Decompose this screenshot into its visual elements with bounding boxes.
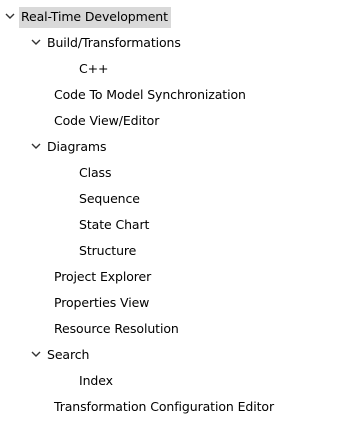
tree-item-label: C++ bbox=[79, 61, 109, 76]
tree-item-label: Class bbox=[79, 165, 112, 180]
tree-item-label: Diagrams bbox=[47, 139, 107, 154]
tree-item-build-transformations[interactable]: Build/Transformations bbox=[30, 30, 181, 56]
tree-item-label: Code View/Editor bbox=[54, 113, 160, 128]
tree-item-sequence[interactable]: Sequence bbox=[79, 186, 140, 212]
tree-item-label: Real-Time Development bbox=[19, 6, 171, 28]
chevron-down-icon[interactable] bbox=[4, 10, 16, 22]
tree-item-label: Index bbox=[79, 373, 113, 388]
preferences-tree: Real-Time Development Build/Transformati… bbox=[0, 0, 345, 432]
tree-item-project-explorer[interactable]: Project Explorer bbox=[54, 264, 151, 290]
tree-item-class[interactable]: Class bbox=[79, 160, 111, 186]
tree-item-resource-resolution[interactable]: Resource Resolution bbox=[54, 316, 179, 342]
tree-item-label: State Chart bbox=[79, 217, 150, 232]
tree-item-transformation-configuration-editor[interactable]: Transformation Configuration Editor bbox=[54, 394, 274, 420]
tree-item-label: Resource Resolution bbox=[54, 321, 179, 336]
tree-item-search[interactable]: Search bbox=[30, 342, 89, 368]
tree-item-label: Search bbox=[47, 347, 90, 362]
tree-item-index[interactable]: Index bbox=[79, 368, 113, 394]
chevron-down-icon[interactable] bbox=[30, 140, 42, 152]
tree-item-label: Structure bbox=[79, 243, 137, 258]
tree-item-diagrams[interactable]: Diagrams bbox=[30, 134, 106, 160]
tree-item-label: Sequence bbox=[79, 191, 140, 206]
tree-item-label: Code To Model Synchronization bbox=[54, 87, 246, 102]
tree-item-structure[interactable]: Structure bbox=[79, 238, 136, 264]
tree-item-label: Build/Transformations bbox=[47, 35, 181, 50]
tree-item-label: Transformation Configuration Editor bbox=[54, 399, 274, 414]
tree-item-cpp[interactable]: C++ bbox=[79, 56, 108, 82]
chevron-down-icon[interactable] bbox=[30, 36, 42, 48]
tree-item-label: Project Explorer bbox=[54, 269, 152, 284]
tree-item-properties-view[interactable]: Properties View bbox=[54, 290, 149, 316]
chevron-down-icon[interactable] bbox=[30, 348, 42, 360]
tree-item-code-view-editor[interactable]: Code View/Editor bbox=[54, 108, 159, 134]
tree-item-state-chart[interactable]: State Chart bbox=[79, 212, 149, 238]
tree-item-real-time-development[interactable]: Real-Time Development bbox=[4, 4, 171, 30]
tree-item-code-to-model-synchronization[interactable]: Code To Model Synchronization bbox=[54, 82, 246, 108]
tree-item-label: Properties View bbox=[54, 295, 150, 310]
